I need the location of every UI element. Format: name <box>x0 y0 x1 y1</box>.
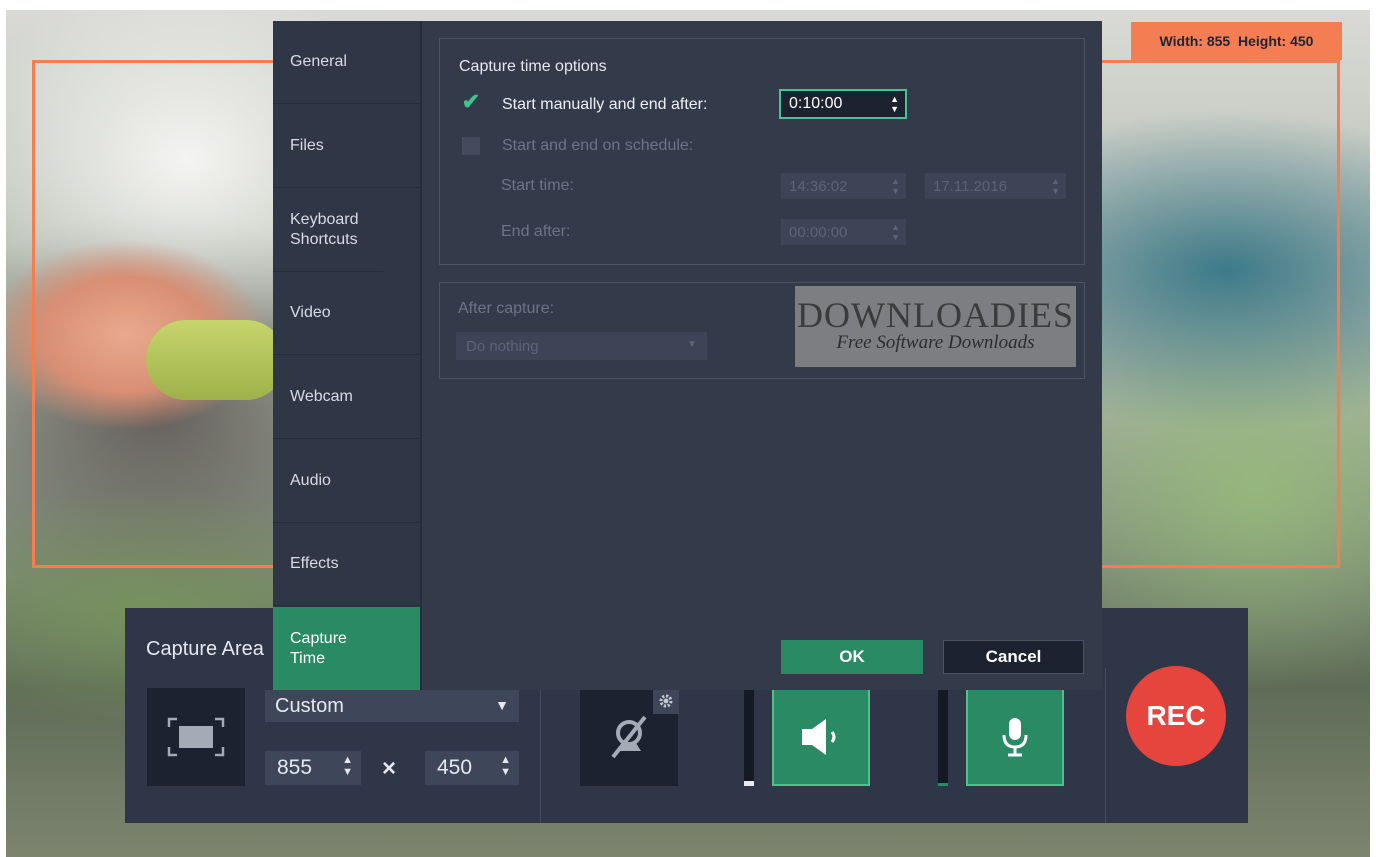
area-preset-select[interactable]: Custom ▼ <box>265 690 519 722</box>
manual-duration-input[interactable]: 0:10:00 ▲ ▼ <box>779 89 907 119</box>
capture-dimensions-badge: Width: 855 Height: 450 <box>1131 22 1342 60</box>
system-audio-level-fill <box>744 781 754 786</box>
nav-item-webcam[interactable]: Webcam <box>273 356 420 439</box>
toolbar-divider <box>1105 668 1106 823</box>
gear-icon <box>659 694 673 708</box>
height-value: 450 <box>437 756 473 779</box>
height-stepper[interactable]: 450 ▲ ▼ <box>425 751 519 785</box>
watermark-title: DOWNLOADIES <box>797 295 1074 335</box>
manual-end-label: Start manually and end after: <box>502 96 708 113</box>
end-after-input[interactable]: 00:00:00 ▲ ▼ <box>781 219 906 245</box>
nav-item-capture-time[interactable]: Capture Time <box>273 607 420 690</box>
chevron-down-icon: ▼ <box>495 697 509 713</box>
width-stepper[interactable]: 855 ▲ ▼ <box>265 751 361 785</box>
spin-arrows-icon[interactable]: ▲ ▼ <box>1051 176 1060 196</box>
settings-nav: General Files Keyboard Shortcuts Video W… <box>273 21 420 690</box>
system-audio-toggle-button[interactable] <box>772 688 870 786</box>
system-audio-level-meter <box>744 688 754 786</box>
start-time-input[interactable]: 14:36:02 ▲ ▼ <box>781 173 906 199</box>
nav-item-effects[interactable]: Effects <box>273 523 420 606</box>
webcam-disabled-icon <box>611 715 647 759</box>
nav-item-video[interactable]: Video <box>273 272 420 355</box>
capture-area-icon <box>167 717 225 757</box>
watermark-subtitle: Free Software Downloads <box>836 332 1035 353</box>
times-symbol: × <box>382 755 397 782</box>
record-button[interactable]: REC <box>1126 666 1226 766</box>
nav-item-audio[interactable]: Audio <box>273 440 420 523</box>
toolbar-divider <box>540 668 541 823</box>
spin-arrows-icon[interactable]: ▲ ▼ <box>342 754 353 778</box>
after-capture-select[interactable]: Do nothing ▼ <box>456 332 707 360</box>
width-value: 855 <box>277 756 313 779</box>
microphone-icon <box>1002 718 1028 757</box>
webcam-settings-button[interactable] <box>653 688 679 714</box>
microphone-level-meter <box>938 688 948 786</box>
preferences-dialog: General Files Keyboard Shortcuts Video W… <box>273 21 1102 690</box>
manual-end-checkbox[interactable]: ✔ <box>462 89 480 114</box>
select-area-button[interactable] <box>147 688 245 786</box>
chevron-down-icon: ▼ <box>687 339 697 350</box>
nav-item-capture-time-label: Capture Time <box>290 629 347 667</box>
nav-separator <box>420 21 422 690</box>
speaker-icon <box>802 719 836 755</box>
spin-arrows-icon[interactable]: ▲ ▼ <box>891 222 900 242</box>
spin-arrows-icon[interactable]: ▲ ▼ <box>891 176 900 196</box>
schedule-checkbox[interactable] <box>462 137 480 155</box>
start-time-label: Start time: <box>501 177 574 194</box>
area-preset-value: Custom <box>275 694 344 717</box>
checkmark-icon: ✔ <box>461 89 481 114</box>
end-after-label: End after: <box>501 223 571 240</box>
nav-item-general[interactable]: General <box>273 21 420 104</box>
spin-arrows-icon[interactable]: ▲ ▼ <box>500 754 511 778</box>
cancel-button[interactable]: Cancel <box>943 640 1084 674</box>
start-time-value: 14:36:02 <box>789 177 848 195</box>
manual-duration-value: 0:10:00 <box>789 95 843 112</box>
microphone-level-fill <box>938 783 948 786</box>
nav-item-keyboard-shortcuts[interactable]: Keyboard Shortcuts <box>273 189 383 272</box>
watermark-logo: DOWNLOADIES Free Software Downloads <box>795 286 1076 367</box>
microphone-toggle-button[interactable] <box>966 688 1064 786</box>
after-capture-label: After capture: <box>458 300 555 317</box>
capture-area-title: Capture Area <box>146 638 264 660</box>
spin-arrows-icon[interactable]: ▲ ▼ <box>890 94 899 114</box>
end-after-value: 00:00:00 <box>789 223 848 241</box>
start-date-input[interactable]: 17.11.2016 ▲ ▼ <box>925 173 1066 199</box>
start-date-value: 17.11.2016 <box>933 177 1007 195</box>
capture-time-options-title: Capture time options <box>459 58 607 75</box>
schedule-label: Start and end on schedule: <box>502 137 694 154</box>
ok-button[interactable]: OK <box>781 640 923 674</box>
after-capture-value: Do nothing <box>466 337 539 355</box>
nav-item-files[interactable]: Files <box>273 105 420 188</box>
